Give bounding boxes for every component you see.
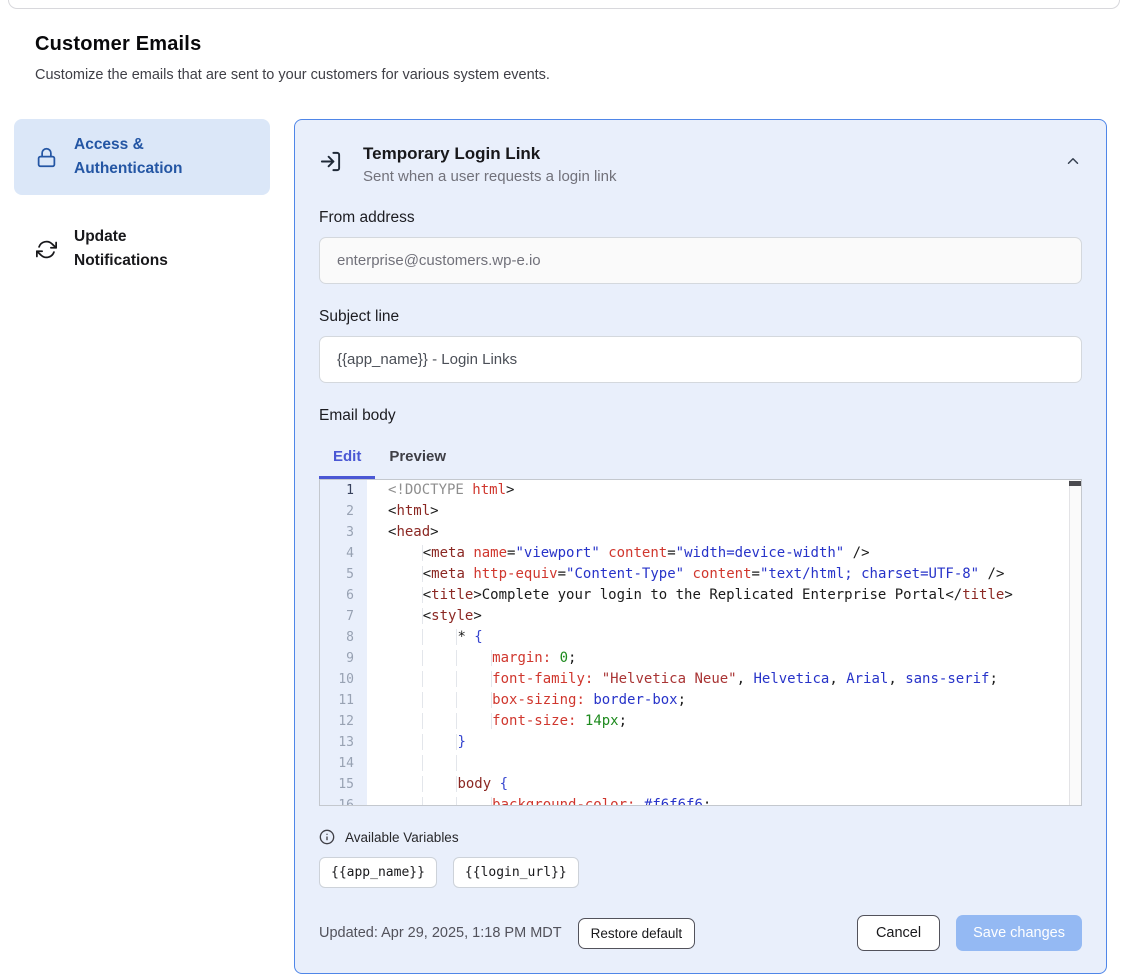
line-number: 10 [320, 669, 367, 690]
code-line: 1<!DOCTYPE html> [320, 480, 1081, 501]
line-number: 8 [320, 627, 367, 648]
code-text: <!DOCTYPE html> [367, 480, 514, 501]
variable-chip[interactable]: {{app_name}} [319, 857, 437, 888]
code-text: box-sizing: border-box; [367, 690, 686, 711]
code-text: <title>Complete your login to the Replic… [367, 585, 1013, 606]
page-subtitle: Customize the emails that are sent to yo… [35, 67, 1128, 83]
code-text: body { [367, 774, 508, 795]
line-number: 7 [320, 606, 367, 627]
code-line: 5 <meta http-equiv="Content-Type" conten… [320, 564, 1081, 585]
info-icon [319, 829, 335, 845]
tab-preview[interactable]: Preview [375, 439, 460, 479]
panel-footer: Updated: Apr 29, 2025, 1:18 PM MDT Resto… [319, 915, 1082, 951]
sidebar-item-update-notifications[interactable]: Update Notifications [14, 213, 270, 285]
sidebar: Access & Authentication Update Notificati… [14, 119, 270, 285]
variable-chips: {{app_name}} {{login_url}} [319, 857, 1082, 888]
code-text: <head> [367, 522, 439, 543]
email-body-label: Email body [319, 407, 1082, 425]
content-area: Access & Authentication Update Notificati… [14, 119, 1107, 974]
sidebar-item-label: Update Notifications [74, 225, 224, 273]
login-icon [319, 150, 342, 178]
panel-subtitle: Sent when a user requests a login link [363, 168, 616, 185]
line-number: 2 [320, 501, 367, 522]
code-line: 7 <style> [320, 606, 1081, 627]
code-text: font-family: "Helvetica Neue", Helvetica… [367, 669, 998, 690]
code-editor[interactable]: 1<!DOCTYPE html>2<html>3<head>4 <meta na… [319, 479, 1082, 806]
code-line: 14 [320, 753, 1081, 774]
line-number: 11 [320, 690, 367, 711]
line-number: 1 [320, 480, 367, 501]
line-number: 6 [320, 585, 367, 606]
available-variables-label: Available Variables [345, 830, 459, 845]
code-text: <html> [367, 501, 439, 522]
email-body-tabs: EditPreview [319, 439, 1082, 479]
code-text: * { [367, 627, 483, 648]
code-line: 15 body { [320, 774, 1081, 795]
line-number: 12 [320, 711, 367, 732]
panel-header: Temporary Login Link Sent when a user re… [319, 144, 1082, 185]
code-line: 4 <meta name="viewport" content="width=d… [320, 543, 1081, 564]
sync-icon [36, 239, 57, 260]
code-line: 12 font-size: 14px; [320, 711, 1081, 732]
code-line: 16 background-color: #f6f6f6; [320, 795, 1081, 806]
page-title: Customer Emails [35, 33, 1128, 56]
save-changes-button[interactable]: Save changes [956, 915, 1082, 951]
from-address-label: From address [319, 209, 1082, 227]
previous-card-bottom-edge [8, 0, 1120, 9]
panel-title: Temporary Login Link [363, 144, 616, 164]
code-text: background-color: #f6f6f6; [367, 795, 711, 806]
available-variables: Available Variables [319, 829, 1082, 845]
from-address-input[interactable]: enterprise@customers.wp-e.io [319, 237, 1082, 284]
variable-chip[interactable]: {{login_url}} [453, 857, 579, 888]
line-number: 9 [320, 648, 367, 669]
subject-line-label: Subject line [319, 308, 1082, 326]
line-number: 5 [320, 564, 367, 585]
line-number: 16 [320, 795, 367, 806]
cancel-button[interactable]: Cancel [857, 915, 940, 951]
code-text [367, 753, 457, 774]
code-text: } [367, 732, 466, 753]
line-number: 15 [320, 774, 367, 795]
line-number: 3 [320, 522, 367, 543]
editor-scrollbar-thumb[interactable] [1069, 481, 1081, 486]
editor-scrollbar[interactable] [1069, 480, 1081, 805]
lock-icon [36, 147, 57, 168]
code-line: 10 font-family: "Helvetica Neue", Helvet… [320, 669, 1081, 690]
updated-timestamp: Updated: Apr 29, 2025, 1:18 PM MDT [319, 925, 562, 941]
code-text: <meta http-equiv="Content-Type" content=… [367, 564, 1004, 585]
code-line: 6 <title>Complete your login to the Repl… [320, 585, 1081, 606]
code-line: 2<html> [320, 501, 1081, 522]
code-line: 9 margin: 0; [320, 648, 1081, 669]
subject-line-input[interactable]: {{app_name}} - Login Links [319, 336, 1082, 383]
code-line: 3<head> [320, 522, 1081, 543]
sidebar-item-label: Access & Authentication [74, 133, 224, 181]
code-text: font-size: 14px; [367, 711, 627, 732]
code-text: <style> [367, 606, 482, 627]
code-line: 13 } [320, 732, 1081, 753]
code-line: 8 * { [320, 627, 1081, 648]
line-number: 4 [320, 543, 367, 564]
restore-default-button[interactable]: Restore default [578, 918, 696, 949]
code-text: margin: 0; [367, 648, 576, 669]
panel-titles: Temporary Login Link Sent when a user re… [363, 144, 616, 185]
sidebar-item-access-authentication[interactable]: Access & Authentication [14, 119, 270, 195]
code-line: 11 box-sizing: border-box; [320, 690, 1081, 711]
line-number: 14 [320, 753, 367, 774]
line-number: 13 [320, 732, 367, 753]
code-text: <meta name="viewport" content="width=dev… [367, 543, 870, 564]
code-lines: 1<!DOCTYPE html>2<html>3<head>4 <meta na… [320, 480, 1081, 806]
tab-edit[interactable]: Edit [319, 439, 375, 479]
chevron-up-icon[interactable] [1064, 152, 1082, 175]
email-template-panel: Temporary Login Link Sent when a user re… [294, 119, 1107, 974]
